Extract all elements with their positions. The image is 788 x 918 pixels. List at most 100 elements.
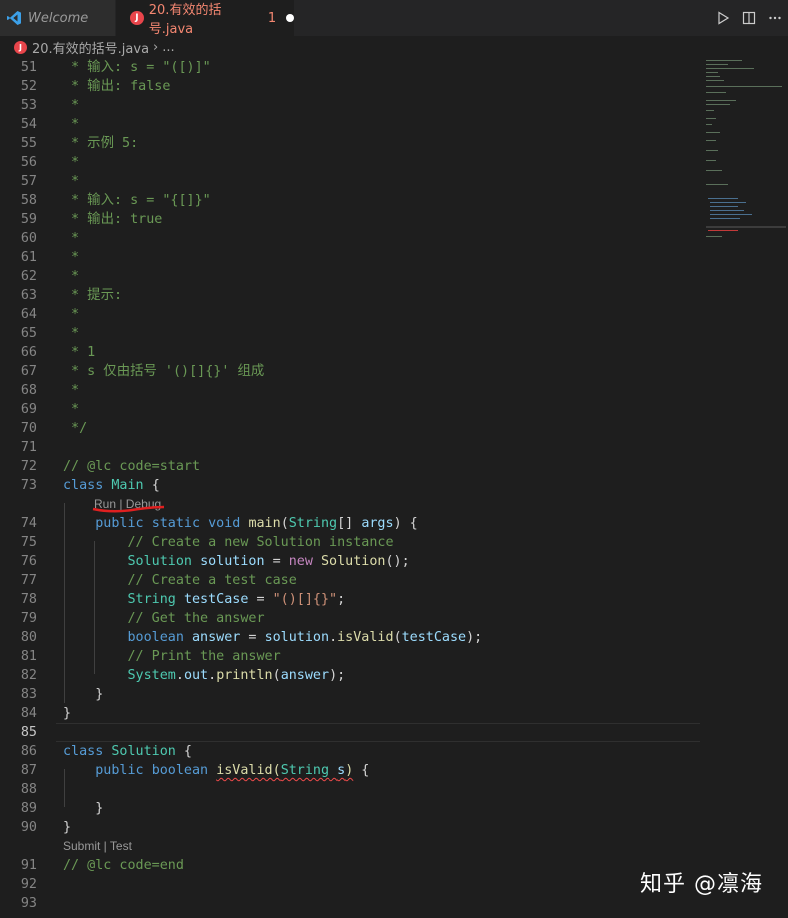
line-text: } [63,820,72,835]
line-text: // Get the answer [63,611,265,626]
line-text: boolean answer = solution.isValid(testCa… [127,630,483,645]
type-system: System [127,668,176,683]
fn-isvalid: isValid [337,630,394,645]
watermark: 知乎 @凛海 [640,872,763,897]
kw: static [151,516,201,531]
line-number: 87 [20,763,37,778]
line-number: 54 [20,117,37,132]
line-number: 90 [20,820,37,835]
line-text: System.out.println(answer); [127,668,346,683]
kw-boolean: boolean [151,763,209,778]
kw-class: class [63,478,104,493]
line-number: 79 [20,611,37,626]
line-text: * [63,98,80,113]
kw: public [95,516,144,531]
var-testcase: testCase [401,630,467,645]
line-number: 92 [20,877,37,892]
minimap[interactable] [704,58,788,258]
line-number: 85 [20,725,37,740]
line-number: 91 [20,858,37,873]
line-number: 71 [20,440,37,455]
param-s: s [337,763,346,778]
class-name-main: Main [111,478,144,493]
line-text: * [63,269,80,284]
kw: void [208,516,241,531]
line-text: * 提示: [63,288,123,303]
tab-java-file-label: 20.有效的括号.java [148,3,222,37]
type-string: String [288,516,338,531]
line-number: 56 [20,155,37,170]
run-icon[interactable] [710,0,736,36]
line-number: 55 [20,136,37,151]
kw-new: new [288,554,313,569]
brace: { [151,478,160,493]
line-number: 82 [20,668,37,683]
line-number: 64 [20,307,37,322]
line-text: * 输入: s = "{[]}" [63,193,211,208]
line-number: 89 [20,801,37,816]
line-text: */ [63,421,88,436]
vscode-logo-icon [7,11,21,25]
line-text: * 输入: s = "([)]" [63,60,211,75]
line-text: // Create a new Solution instance [63,535,394,550]
line-text: * 输出: false [63,79,171,94]
line-text: public static void main(String[] args) { [95,516,418,531]
line-number: 81 [20,649,37,664]
kw-boolean: boolean [127,630,184,645]
kw-public: public [95,763,144,778]
line-text: Solution solution = new Solution(); [127,554,410,569]
line-text: // @lc code=end [63,858,184,873]
line-number: 74 [20,516,37,531]
unsaved-dot-icon[interactable] [286,14,294,22]
line-number: 57 [20,174,37,189]
tab-java-file[interactable]: J 20.有效的括号.java 1 [116,0,294,37]
line-number: 70 [20,421,37,436]
fn-println: println [216,668,273,683]
more-actions-icon[interactable] [762,0,788,36]
line-text: * 1 [63,345,96,360]
red-annotation-mark [92,505,165,513]
java-file-icon: J [130,11,144,25]
var-answer: answer [192,630,241,645]
line-number: 77 [20,573,37,588]
type-solution: Solution [127,554,193,569]
line-number: 58 [20,193,37,208]
editor-actions [710,0,788,36]
line-number: 80 [20,630,37,645]
split-editor-icon[interactable] [736,0,762,36]
breadcrumb: J 20.有效的括号.java › ... [0,36,788,58]
line-number: 76 [20,554,37,569]
line-number: 63 [20,288,37,303]
line-number: 72 [20,459,37,474]
line-text: } [63,687,104,702]
line-text: public boolean isValid(String s) { [95,763,370,778]
line-text: * 输出: true [63,212,163,227]
line-text: * [63,231,80,246]
line-text: * [63,155,80,170]
breadcrumb-rest[interactable]: ... [162,40,174,55]
line-number: 75 [20,535,37,550]
line-number: 69 [20,402,37,417]
codelens-submit-test[interactable]: Submit | Test [63,837,132,856]
var-solution: solution [264,630,330,645]
line-number: 67 [20,364,37,379]
line-number: 62 [20,269,37,284]
fn-isvalid-error: isValid(String s) [216,763,354,778]
line-text: * [63,383,80,398]
line-number: 61 [20,250,37,265]
line-number: 88 [20,782,37,797]
tab-welcome[interactable]: Welcome [0,0,116,36]
line-text: * 示例 5: [63,136,139,151]
line-number: 65 [20,326,37,341]
line-number: 78 [20,592,37,607]
line-number: 73 [20,478,37,493]
breadcrumb-file[interactable]: 20.有效的括号.java [32,38,149,57]
line-number: 83 [20,687,37,702]
var-testcase: testCase [183,592,249,607]
line-number: 52 [20,79,37,94]
var-answer: answer [280,668,330,683]
line-text: class Solution { [63,744,192,759]
line-number: 68 [20,383,37,398]
code-editor[interactable]: 51 * 输入: s = "([)]" 52 * 输出: false 53 * … [0,58,700,918]
tab-welcome-label: Welcome [28,10,89,26]
